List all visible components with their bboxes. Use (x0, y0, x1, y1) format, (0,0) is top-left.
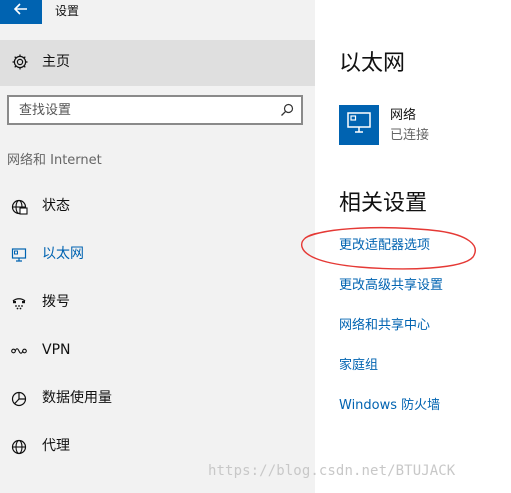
link-homegroup[interactable]: 家庭组 (339, 357, 378, 375)
ethernet-icon (10, 246, 28, 264)
sidebar-item-label: 状态 (42, 198, 70, 214)
link-network-sharing-center[interactable]: 网络和共享中心 (339, 317, 430, 335)
sidebar-item-status[interactable]: 状态 (0, 191, 315, 223)
back-arrow-icon (14, 2, 28, 16)
sidebar-item-label: 拨号 (42, 294, 70, 310)
network-name[interactable]: 网络 (390, 108, 416, 124)
section-label: 网络和 Internet (7, 153, 102, 168)
globe-status-icon (10, 198, 28, 216)
network-status: 已连接 (390, 128, 430, 143)
page-title: 以太网 (339, 51, 406, 76)
settings-window: 设置 主页 网络和 Internet (0, 0, 511, 493)
main-content: 以太网 网络 已连接 相关设置 更改适配器选项 更改高级共享设置 网络和共享中心… (315, 0, 511, 493)
ethernet-monitor-icon (344, 110, 374, 140)
home-item[interactable]: 主页 (0, 40, 315, 86)
back-button[interactable] (0, 0, 42, 24)
sidebar: 设置 主页 网络和 Internet (0, 0, 315, 493)
related-settings-title: 相关设置 (339, 191, 428, 216)
title-bar: 设置 (0, 0, 315, 24)
network-tile[interactable] (339, 105, 379, 145)
link-advanced-sharing-settings[interactable]: 更改高级共享设置 (339, 277, 443, 295)
search-input[interactable] (19, 101, 269, 119)
data-usage-icon (10, 390, 28, 408)
watermark: https://blog.csdn.net/BTUJACK (208, 463, 456, 479)
window-title: 设置 (55, 4, 80, 18)
search-icon[interactable] (280, 102, 294, 116)
home-label: 主页 (42, 54, 70, 70)
sidebar-item-label: 以太网 (42, 246, 84, 262)
link-change-adapter-options[interactable]: 更改适配器选项 (339, 237, 430, 255)
sidebar-item-dialup[interactable]: 拨号 (0, 287, 315, 319)
sidebar-item-label: VPN (42, 342, 71, 358)
dial-up-icon (10, 294, 28, 312)
sidebar-item-vpn[interactable]: VPN (0, 335, 315, 367)
sidebar-item-ethernet[interactable]: 以太网 (0, 239, 315, 271)
vpn-icon (10, 342, 28, 360)
gear-icon (11, 53, 29, 71)
link-windows-firewall[interactable]: Windows 防火墙 (339, 397, 440, 415)
sidebar-item-proxy[interactable]: 代理 (0, 431, 315, 463)
sidebar-item-data-usage[interactable]: 数据使用量 (0, 383, 315, 415)
sidebar-item-label: 代理 (42, 438, 70, 454)
search-box[interactable] (7, 95, 303, 125)
sidebar-item-label: 数据使用量 (42, 390, 112, 406)
proxy-globe-icon (10, 438, 28, 456)
